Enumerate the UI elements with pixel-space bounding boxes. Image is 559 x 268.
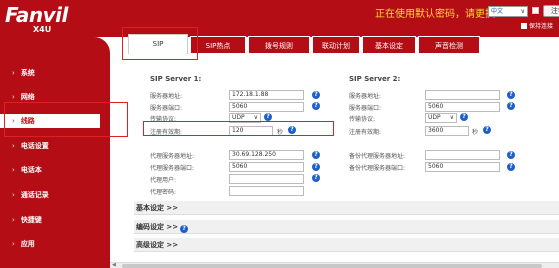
chevron-right-icon: › xyxy=(12,142,15,150)
proxy-password-input[interactable] xyxy=(229,186,304,196)
server1-address-label: 服务器地址: xyxy=(150,93,183,100)
server2-port-label: 服务器端口: xyxy=(349,105,382,112)
logout-button[interactable]: 注销 xyxy=(543,5,559,17)
help-icon[interactable]: ? xyxy=(312,151,320,159)
basic-settings-label: 基本设定 >> xyxy=(136,204,179,212)
sidebar-item-function-keys[interactable]: › 快捷键 xyxy=(0,213,110,227)
proxy-user-input[interactable] xyxy=(229,174,304,184)
chevron-right-icon: › xyxy=(12,240,15,248)
help-icon[interactable]: ? xyxy=(507,91,515,99)
server2-expiry-label: 注册有效期: xyxy=(349,129,382,136)
basic-settings-expander[interactable]: 基本设定 >> xyxy=(134,201,559,215)
sidebar-item-system[interactable]: › 系统 xyxy=(0,66,110,80)
help-icon[interactable]: ? xyxy=(180,225,189,233)
chevron-down-icon: ∨ xyxy=(449,114,454,121)
help-icon[interactable]: ? xyxy=(264,113,272,121)
help-icon[interactable]: ? xyxy=(312,163,320,171)
sidebar-item-phonebook[interactable]: › 电话本 xyxy=(0,163,110,177)
sidebar-item-label: 快捷键 xyxy=(20,216,42,224)
keep-login-checkbox[interactable] xyxy=(521,23,527,29)
help-icon[interactable]: ? xyxy=(507,163,515,171)
sidebar-annotation-box xyxy=(4,102,128,137)
default-password-warning: 正在使用默认密码，请更换 xyxy=(375,9,495,20)
sip-server-2-title: SIP Server 2: xyxy=(349,75,401,83)
keep-login-label: 保持连接 xyxy=(529,23,554,30)
model-label: X4U xyxy=(33,25,52,34)
advanced-settings-expander[interactable]: 高级设定 >> xyxy=(134,238,559,252)
header-checkbox[interactable] xyxy=(532,7,539,14)
sidebar-item-label: 网络 xyxy=(20,93,35,101)
server2-transport-label: 传输协议: xyxy=(349,116,376,123)
proxy-port-label: 代理服务器端口: xyxy=(150,165,195,172)
advanced-settings-label: 高级设定 >> xyxy=(136,241,179,249)
codec-settings-expander[interactable]: 编码设定 >>? xyxy=(134,220,559,234)
sidebar-item-label: 应用 xyxy=(20,240,35,248)
tab-action-plan[interactable]: 联动计划 xyxy=(312,36,360,54)
backup-proxy-port-input[interactable]: 5060 xyxy=(425,162,500,172)
scroll-left-icon[interactable]: ◀ xyxy=(112,262,116,268)
fanvil-logo: Fanvil xyxy=(5,3,68,27)
server2-expiry-unit: 秒 xyxy=(472,129,479,136)
proxy-password-label: 代理密码: xyxy=(150,189,177,196)
backup-proxy-port-label: 备份代理服务器端口: xyxy=(349,165,406,172)
proxy-address-input[interactable]: 30.69.128.250 xyxy=(229,150,304,160)
server2-transport-select[interactable]: UDP ∨ xyxy=(425,113,457,123)
language-value: 中文 xyxy=(491,8,504,15)
tab-basic-settings[interactable]: 基本设定 xyxy=(362,36,416,54)
backup-proxy-address-label: 备份代理服务器地址: xyxy=(349,153,406,160)
server1-port-label: 服务器端口: xyxy=(150,105,183,112)
keep-login-option[interactable]: 保持连接 xyxy=(521,21,553,30)
tab-sip-hotspot[interactable]: SIP热点 xyxy=(190,36,246,54)
server2-port-input[interactable]: 5060 xyxy=(425,102,500,112)
server2-address-label: 服务器地址: xyxy=(349,93,382,100)
server2-address-input[interactable] xyxy=(425,90,500,100)
help-icon[interactable]: ? xyxy=(460,113,468,121)
header-bar: Fanvil X4U 正在使用默认密码，请更换 中文 ∨ 注销 保持连接 xyxy=(0,0,559,37)
tab-sound-detection[interactable]: 声音检测 xyxy=(418,36,480,54)
sip-server-1-title: SIP Server 1: xyxy=(150,75,202,83)
sidebar-item-call-log[interactable]: › 通话记录 xyxy=(0,188,110,202)
sidebar-item-label: 电话设置 xyxy=(20,142,49,150)
chevron-down-icon: ∨ xyxy=(520,8,525,15)
sidebar-item-phone-settings[interactable]: › 电话设置 xyxy=(0,139,110,153)
help-icon[interactable]: ? xyxy=(507,151,515,159)
help-icon[interactable]: ? xyxy=(312,174,320,182)
proxy-address-label: 代理服务器地址: xyxy=(150,153,195,160)
expiry-annotation-box xyxy=(143,121,334,136)
codec-settings-label: 编码设定 >> xyxy=(136,223,179,231)
server1-transport-value: UDP xyxy=(232,114,245,121)
chevron-right-icon: › xyxy=(12,93,15,101)
chevron-right-icon: › xyxy=(12,69,15,77)
chevron-right-icon: › xyxy=(12,166,15,174)
backup-proxy-address-input[interactable] xyxy=(425,150,500,160)
help-icon[interactable]: ? xyxy=(483,126,491,134)
tab-annotation-box xyxy=(122,27,198,60)
sidebar: › 系统 › 网络 › 线路 › 电话设置 › 电话本 › 通话记录 › 快捷键 › 应用 xyxy=(0,37,110,268)
sidebar-item-label: 通话记录 xyxy=(20,191,49,199)
sidebar-item-label: 电话本 xyxy=(20,166,42,174)
language-select[interactable]: 中文 ∨ xyxy=(488,6,528,17)
chevron-right-icon: › xyxy=(12,216,15,224)
chevron-right-icon: › xyxy=(12,191,15,199)
sidebar-item-applications[interactable]: › 应用 xyxy=(0,237,110,251)
horizontal-scrollbar[interactable]: ◀ xyxy=(110,262,559,268)
scrollbar-thumb[interactable] xyxy=(122,264,542,268)
server2-transport-value: UDP xyxy=(428,114,441,121)
server2-expiry-input[interactable]: 3600 xyxy=(425,126,469,136)
help-icon[interactable]: ? xyxy=(507,102,515,110)
help-icon[interactable]: ? xyxy=(312,91,320,99)
server1-port-input[interactable]: 5060 xyxy=(229,102,304,112)
server1-address-input[interactable]: 172.18.1.88 xyxy=(229,90,304,100)
proxy-user-label: 代理用户: xyxy=(150,177,177,184)
tab-dial-plan[interactable]: 拨号规则 xyxy=(248,36,310,54)
help-icon[interactable]: ? xyxy=(312,102,320,110)
proxy-port-input[interactable]: 5060 xyxy=(229,162,304,172)
sidebar-item-label: 系统 xyxy=(20,69,35,77)
